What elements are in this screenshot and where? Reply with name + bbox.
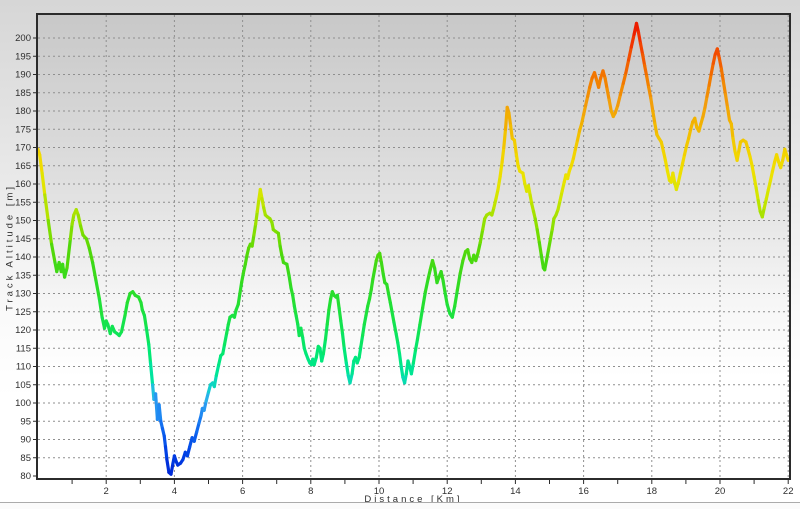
y-tick-label: 155: [15, 197, 31, 208]
y-tick-label: 160: [15, 179, 31, 190]
y-tick-label: 180: [15, 106, 31, 117]
y-tick-label: 85: [20, 453, 31, 464]
y-tick-label: 120: [15, 325, 31, 336]
plot-background: [37, 14, 790, 479]
chart-canvas: 80 85 90 95 100 105 110 115 120 125 130 135 140 145 15…: [0, 0, 800, 509]
y-tick-label: 105: [15, 380, 31, 391]
y-tick-label: 80: [20, 471, 31, 482]
y-tick-label: 165: [15, 161, 31, 172]
altitude-profile-chart: 80 85 90 95 100 105 110 115 120 125 130 135 140 145 15…: [0, 0, 800, 509]
y-tick-label: 115: [16, 343, 31, 354]
y-tick-label: 100: [15, 398, 31, 409]
y-tick-label: 145: [15, 234, 31, 245]
y-tick-label: 130: [15, 289, 31, 300]
y-tick-label: 150: [15, 216, 31, 227]
y-tick-label: 195: [15, 51, 31, 62]
window-footer: [0, 503, 800, 509]
y-tick-label: 185: [15, 88, 31, 99]
y-tick-label: 110: [16, 362, 31, 373]
y-tick-label: 140: [15, 252, 31, 263]
y-tick-label: 200: [15, 33, 31, 44]
y-tick-label: 95: [20, 416, 31, 427]
y-tick-label: 190: [15, 70, 31, 81]
y-tick-label: 170: [15, 143, 31, 154]
y-axis-title: Track Altitude [m]: [3, 14, 17, 480]
y-tick-label: 135: [15, 270, 31, 281]
y-tick-label: 90: [20, 435, 31, 446]
y-tick-label: 175: [15, 124, 31, 135]
y-tick-label: 125: [15, 307, 31, 318]
